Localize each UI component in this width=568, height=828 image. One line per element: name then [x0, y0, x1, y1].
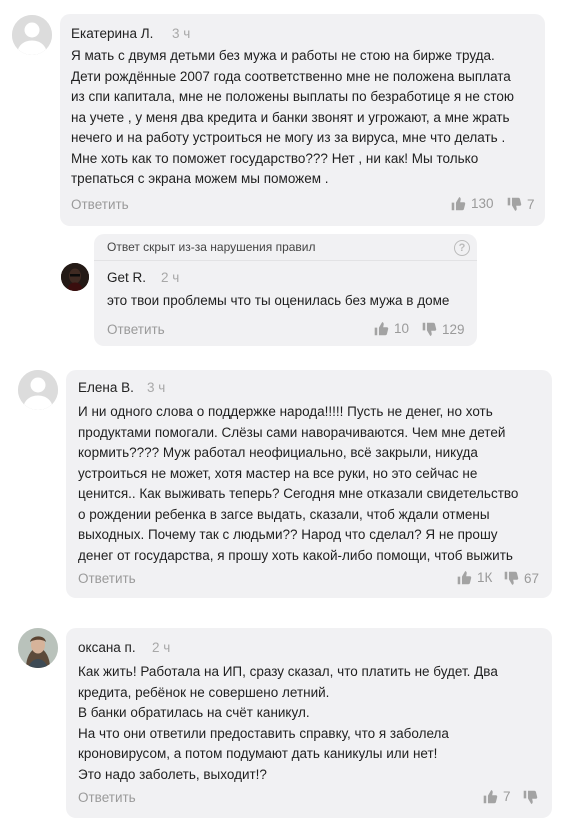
- comment-text: Как жить! Работала на ИП, сразу сказал, …: [78, 662, 498, 785]
- comment-text-line: И ни одного слова о поддержке народа!!!!…: [78, 404, 493, 419]
- reply-button[interactable]: Ответить: [71, 197, 129, 212]
- dislike-count: 67: [524, 571, 540, 586]
- comment-text: Я мать с двумя детьми без мужа и работы …: [71, 46, 514, 190]
- avatar[interactable]: [18, 370, 58, 410]
- dislike-count: 7: [527, 197, 535, 212]
- thumbs-up-icon: [456, 569, 473, 586]
- comment-text-line: кредита, ребёнок не совершено летний.: [78, 684, 330, 700]
- comment-text-line: денег от государства, я прошу хоть какой…: [78, 547, 513, 563]
- comment-text-line: Это надо заболеть, выходит!?: [78, 766, 267, 782]
- comment-author[interactable]: Елена В.: [78, 380, 134, 395]
- comment-time: 3 ч: [172, 26, 191, 41]
- comment-text-line: из спи капитала, мне не положены выплаты…: [71, 89, 515, 104]
- comment-text-line: Как жить! Работала на ИП, сразу сказал, …: [78, 664, 498, 679]
- like-button[interactable]: 10: [373, 320, 409, 337]
- avatar[interactable]: [61, 263, 89, 291]
- comment-text-line: кормить???? Муж работал неофициально, вс…: [78, 445, 478, 460]
- comment-author[interactable]: Get R.: [107, 270, 146, 285]
- dislike-button[interactable]: 129: [421, 321, 465, 338]
- like-count: 130: [471, 196, 494, 211]
- comment-text-line: устроиться не может, хотя мастер на все …: [78, 465, 478, 481]
- comment-time: 3 ч: [147, 380, 166, 395]
- comment-time: 2 ч: [161, 270, 180, 285]
- dislike-count: 129: [442, 322, 465, 337]
- like-button[interactable]: 130: [450, 195, 494, 212]
- avatar[interactable]: [18, 628, 58, 668]
- comment-author[interactable]: Екатерина Л.: [71, 26, 153, 41]
- thumbs-down-icon: [421, 321, 438, 338]
- comment-author[interactable]: оксана п.: [78, 640, 136, 655]
- default-avatar-icon: [12, 15, 52, 55]
- comment-text-line: В банки обратилась на счёт каникул.: [78, 705, 310, 720]
- help-icon[interactable]: ?: [454, 240, 470, 256]
- thumbs-down-icon: [522, 789, 539, 806]
- comment-text-line: о рождении ребенка в загсе выдать, сказа…: [78, 506, 490, 522]
- user-photo-icon: [18, 628, 58, 668]
- thumbs-up-icon: [373, 320, 390, 337]
- like-button[interactable]: 1К: [456, 569, 492, 586]
- like-count: 7: [503, 789, 511, 804]
- comment-text-line: выходных. Почему так с людьми?? Народ чт…: [78, 527, 498, 542]
- like-count: 1К: [477, 570, 493, 585]
- comment-text-line: продуктами помогали. Слёзы сами наворачи…: [78, 424, 506, 440]
- comment-text-line: на учете , у меня два кредита и банки зв…: [71, 109, 510, 125]
- thumbs-down-icon: [503, 570, 520, 587]
- user-photo-icon: [61, 263, 89, 291]
- avatar[interactable]: [12, 15, 52, 55]
- thumbs-up-icon: [450, 195, 467, 212]
- comment-text-line: это твои проблемы что ты оценилась без м…: [107, 293, 450, 308]
- comment-text-line: Я мать с двумя детьми без мужа и работы …: [71, 48, 495, 63]
- comment-text: И ни одного слова о поддержке народа!!!!…: [78, 402, 518, 566]
- comment-text-line: Мне хоть как то поможет государство??? Н…: [71, 150, 479, 166]
- reply-button[interactable]: Ответить: [107, 322, 165, 337]
- default-avatar-icon: [18, 370, 58, 410]
- comment-text-line: нечего и на работу устроиться не могу из…: [71, 130, 506, 145]
- reply-button[interactable]: Ответить: [78, 790, 136, 805]
- dislike-button[interactable]: 67: [503, 570, 539, 587]
- dislike-button[interactable]: [522, 789, 539, 806]
- thumbs-up-icon: [482, 788, 499, 805]
- comment-text-line: трепаться с экрана можем мы поможем .: [71, 171, 329, 186]
- comment-text-line: Дети рождённые 2007 года соответственно …: [71, 68, 511, 84]
- comment-text-line: ценится.. Как выживать теперь? Сегодня м…: [78, 486, 519, 501]
- divider: [94, 260, 477, 261]
- reply-button[interactable]: Ответить: [78, 571, 136, 586]
- thumbs-down-icon: [506, 196, 523, 213]
- comment-text: это твои проблемы что ты оценилась без м…: [107, 291, 449, 312]
- like-button[interactable]: 7: [482, 788, 511, 805]
- comment-text-line: кроновирусом, а потом подумают дать кани…: [78, 746, 438, 761]
- like-count: 10: [394, 321, 410, 336]
- comment-time: 2 ч: [152, 640, 171, 655]
- dislike-button[interactable]: 7: [506, 196, 535, 213]
- comment-text-line: На что они ответили предоставить справку…: [78, 725, 449, 741]
- hidden-reply-notice: Ответ скрыт из-за нарушения правил: [107, 240, 316, 254]
